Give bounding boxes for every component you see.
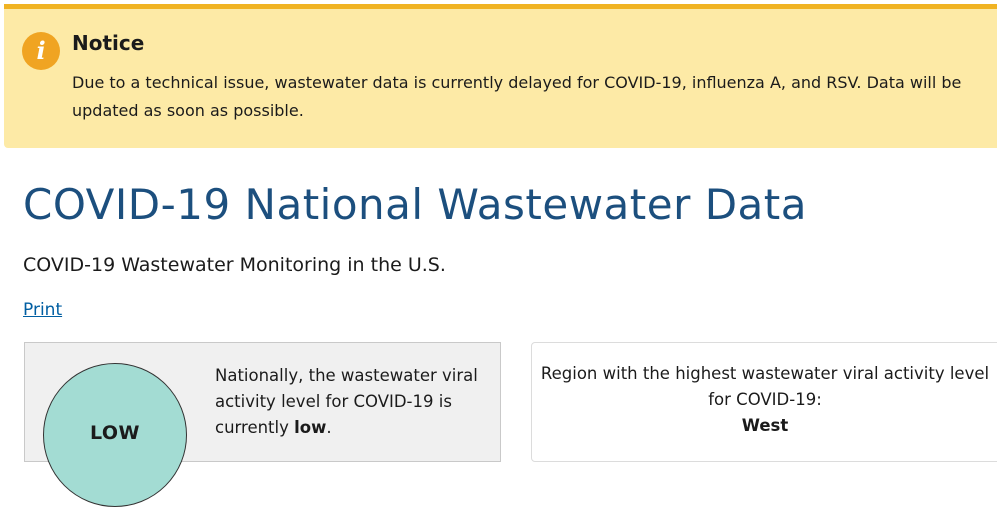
notice-banner: i Notice Due to a technical issue, waste…: [4, 4, 997, 148]
national-summary-text: Nationally, the wastewater viral activit…: [215, 363, 485, 441]
national-level-word: low: [294, 418, 327, 437]
highest-region-card: Region with the highest wastewater viral…: [531, 342, 997, 462]
page-title: COVID-19 National Wastewater Data: [23, 180, 807, 229]
print-link[interactable]: Print: [23, 300, 62, 320]
level-label: LOW: [89, 422, 141, 444]
notice-body: Due to a technical issue, wastewater dat…: [72, 73, 962, 120]
notice-title: Notice: [72, 31, 145, 55]
highest-region-text: Region with the highest wastewater viral…: [532, 361, 997, 439]
highest-region-label: Region with the highest wastewater viral…: [540, 364, 990, 409]
national-level-card: LOW Nationally, the wastewater viral act…: [24, 342, 501, 507]
highest-region-name: West: [741, 416, 789, 435]
national-summary-suffix: .: [326, 418, 332, 437]
national-summary-prefix: Nationally, the wastewater viral activit…: [215, 366, 478, 437]
page-subtitle: COVID-19 Wastewater Monitoring in the U.…: [23, 254, 446, 276]
info-icon: i: [22, 32, 60, 70]
level-indicator-circle: LOW: [43, 363, 187, 507]
